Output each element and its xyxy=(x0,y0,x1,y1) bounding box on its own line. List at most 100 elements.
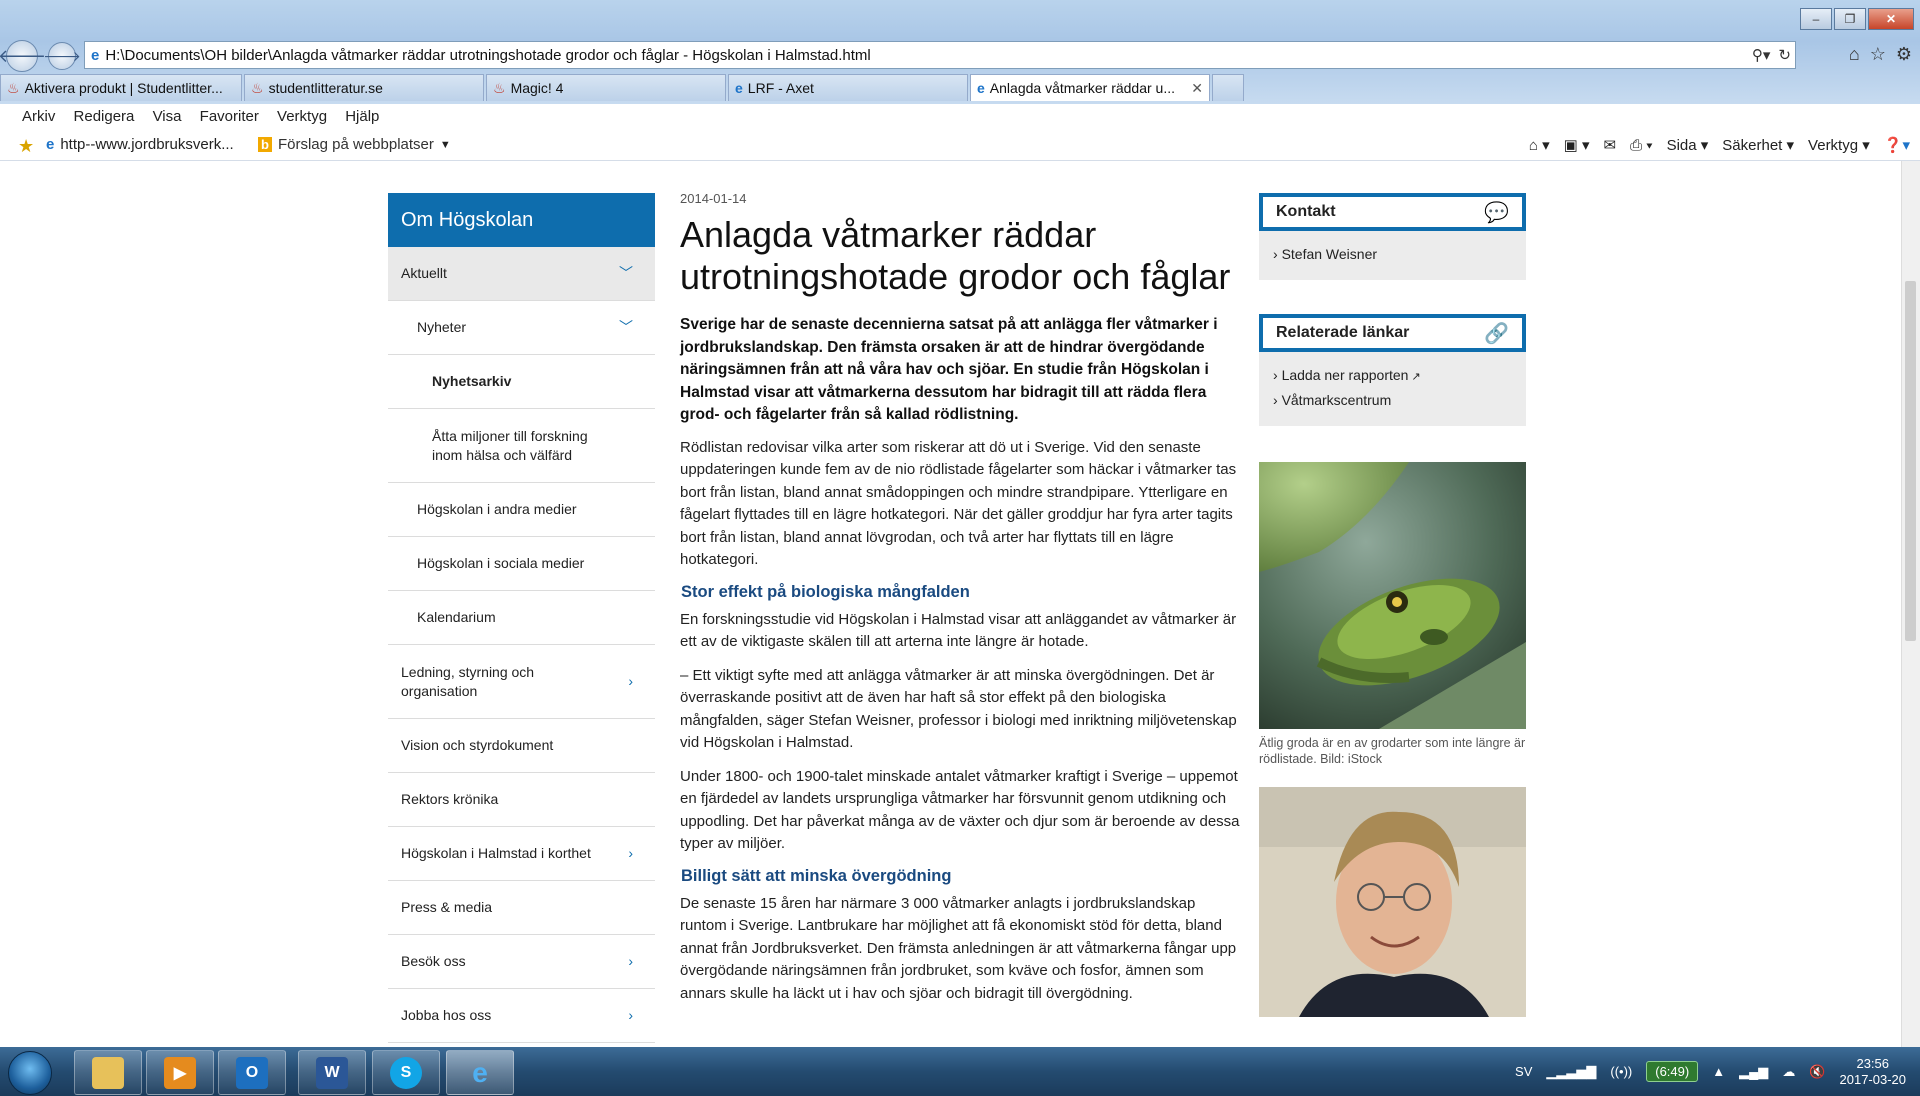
navigation-row: 🡐 🡒 e H:\Documents\OH bilder\Anlagda våt… xyxy=(0,38,1920,72)
nav-item-sociala-medier[interactable]: Högskolan i sociala medier xyxy=(388,537,655,591)
nav-item-i-korthet[interactable]: Högskolan i Halmstad i korthet › xyxy=(388,827,655,881)
wireless-icon[interactable]: ((•)) xyxy=(1610,1064,1632,1079)
chevron-right-icon[interactable]: › xyxy=(628,952,633,971)
nav-item-ledning[interactable]: Ledning, styrning och organisation › xyxy=(388,645,655,719)
start-button[interactable] xyxy=(8,1051,52,1095)
favorites-star-button[interactable]: ★ xyxy=(18,136,34,157)
tools-menu[interactable]: Verktyg ▾ xyxy=(1808,136,1870,154)
nav-label: Press & media xyxy=(401,899,493,915)
article: 2014-01-14 Anlagda våtmarker räddar utro… xyxy=(680,191,1240,1016)
nav-item-press-media[interactable]: Press & media xyxy=(388,881,655,935)
print-icon[interactable]: ⎙ ▾ xyxy=(1630,137,1652,154)
menu-visa[interactable]: Visa xyxy=(153,108,182,125)
safety-menu[interactable]: Säkerhet ▾ xyxy=(1722,136,1794,154)
taskbar-skype[interactable]: S xyxy=(372,1050,440,1095)
back-button[interactable]: 🡐 xyxy=(0,40,46,72)
new-tab-button[interactable] xyxy=(1212,74,1244,101)
right-sidebar: Kontakt 💬 › Stefan Weisner Relaterade lä… xyxy=(1259,193,1526,1017)
tab-lrf[interactable]: e LRF - Axet xyxy=(728,74,968,101)
nav-item-aktuellt[interactable]: Aktuellt ﹀ xyxy=(388,247,655,301)
menu-verktyg[interactable]: Verktyg xyxy=(277,108,327,125)
settings-gear-icon[interactable]: ⚙ xyxy=(1896,44,1912,65)
vertical-scrollbar[interactable] xyxy=(1901,161,1920,1047)
feeds-icon[interactable]: ▣ ▾ xyxy=(1564,136,1590,154)
nav-item-nyhetsarkiv[interactable]: Nyhetsarkiv xyxy=(388,355,655,409)
signal-strength-icon[interactable]: ▁▂▃▅▇ xyxy=(1546,1064,1596,1080)
favorites-bar: ★ e http--www.jordbruksverk... b Förslag… xyxy=(0,130,1920,161)
tab-site-icon: ♨ xyxy=(493,79,506,96)
minimize-button[interactable]: ‒ xyxy=(1800,8,1832,30)
cloud-icon[interactable]: ☁ xyxy=(1782,1064,1795,1080)
nav-header[interactable]: Om Högskolan xyxy=(388,193,655,247)
search-icon[interactable]: ⚲▾ xyxy=(1752,46,1771,64)
menu-hjalp[interactable]: Hjälp xyxy=(345,108,379,125)
tab-active-article[interactable]: e Anlagda våtmarker räddar u... ✕ xyxy=(970,74,1210,101)
mail-icon[interactable]: ✉ xyxy=(1604,136,1617,154)
tab-aktivera[interactable]: ♨ Aktivera produkt | Studentlitter... xyxy=(0,74,242,101)
tab-label: LRF - Axet xyxy=(747,80,814,96)
nav-item-jobba-hos-oss[interactable]: Jobba hos oss › xyxy=(388,989,655,1043)
network-bars-icon[interactable]: ▂▄▆ xyxy=(1739,1064,1768,1080)
left-navigation: Om Högskolan Aktuellt ﹀ Nyheter ﹀ Nyhets… xyxy=(388,193,655,1043)
taskbar-media-player[interactable]: ▶ xyxy=(146,1050,214,1095)
nav-label: Rektors krönika xyxy=(401,791,499,807)
show-hidden-icons-icon[interactable]: ▲ xyxy=(1712,1064,1725,1079)
taskbar-outlook[interactable]: O xyxy=(218,1050,286,1095)
nav-item-andra-medier[interactable]: Högskolan i andra medier xyxy=(388,483,655,537)
clock[interactable]: 23:56 2017-03-20 xyxy=(1840,1056,1907,1088)
article-paragraph: En forskningsstudie vid Högskolan i Halm… xyxy=(680,610,1237,651)
scrollbar-thumb[interactable] xyxy=(1905,281,1916,641)
home-page-icon[interactable]: ⌂ ▾ xyxy=(1529,136,1550,154)
address-bar[interactable]: e H:\Documents\OH bilder\Anlagda våtmark… xyxy=(84,41,1796,69)
maximize-button[interactable]: ❐ xyxy=(1834,8,1866,30)
language-indicator[interactable]: SV xyxy=(1515,1064,1532,1079)
nav-item-vision[interactable]: Vision och styrdokument xyxy=(388,719,655,773)
battery-indicator[interactable]: (6:49) xyxy=(1646,1061,1699,1082)
tab-row: ♨ Aktivera produkt | Studentlitter... ♨ … xyxy=(0,74,1920,102)
chevron-right-icon[interactable]: › xyxy=(628,844,633,863)
tab-studentlitteratur[interactable]: ♨ studentlitteratur.se xyxy=(244,74,484,101)
safety-menu-label: Säkerhet xyxy=(1722,137,1783,154)
related-link-report[interactable]: › Ladda ner rapporten ↗ xyxy=(1273,364,1512,389)
volume-muted-icon[interactable]: 🔇 xyxy=(1809,1064,1825,1080)
home-icon[interactable]: ⌂ xyxy=(1849,44,1860,65)
contact-link[interactable]: › Stefan Weisner xyxy=(1273,243,1512,266)
nav-label: Nyhetsarkiv xyxy=(432,373,512,389)
suggested-sites-button[interactable]: b Förslag på webbplatser ▼ xyxy=(258,136,451,153)
favorites-star-icon[interactable]: ☆ xyxy=(1870,44,1886,65)
menu-favoriter[interactable]: Favoriter xyxy=(200,108,259,125)
menu-arkiv[interactable]: Arkiv xyxy=(22,108,55,125)
nav-label: Nyheter xyxy=(417,319,467,335)
nav-item-rektors-kronika[interactable]: Rektors krönika xyxy=(388,773,655,827)
chevron-right-icon[interactable]: › xyxy=(628,1006,633,1025)
forward-button[interactable]: 🡒 xyxy=(43,42,81,70)
related-link-vatmarkscentrum[interactable]: › Våtmarkscentrum xyxy=(1273,389,1512,412)
chevron-right-icon[interactable]: › xyxy=(628,672,633,691)
article-date: 2014-01-14 xyxy=(680,191,747,206)
related-links-box: Relaterade länkar 🔗 › Ladda ner rapporte… xyxy=(1259,314,1526,426)
article-subheading: Stor effekt på biologiska mångfalden xyxy=(681,582,970,601)
favorite-link-jordbruksverket[interactable]: e http--www.jordbruksverk... xyxy=(46,136,234,153)
menu-redigera[interactable]: Redigera xyxy=(74,108,135,125)
address-text[interactable]: H:\Documents\OH bilder\Anlagda våtmarker… xyxy=(105,47,870,64)
taskbar-word[interactable]: W xyxy=(298,1050,366,1095)
page-menu[interactable]: Sida ▾ xyxy=(1667,136,1709,154)
nav-item-kalendarium[interactable]: Kalendarium xyxy=(388,591,655,645)
close-tab-icon[interactable]: ✕ xyxy=(1191,80,1203,97)
help-icon[interactable]: ❓▾ xyxy=(1884,136,1910,154)
refresh-icon[interactable]: ↻ xyxy=(1778,46,1791,64)
taskbar-explorer[interactable] xyxy=(74,1050,142,1095)
taskbar-internet-explorer[interactable]: e xyxy=(446,1050,514,1095)
nav-label: Kalendarium xyxy=(417,609,496,625)
tab-label: Anlagda våtmarker räddar u... xyxy=(989,80,1176,96)
nav-item-besok-oss[interactable]: Besök oss › xyxy=(388,935,655,989)
nav-label: Aktuellt xyxy=(401,265,447,281)
chevron-down-icon[interactable]: ﹀ xyxy=(619,318,633,337)
nav-item-nyheter[interactable]: Nyheter ﹀ xyxy=(388,301,655,355)
tab-magic[interactable]: ♨ Magic! 4 xyxy=(486,74,726,101)
system-tray: SV ▁▂▃▅▇ ((•)) (6:49) ▲ ▂▄▆ ☁ 🔇 23:56 20… xyxy=(1515,1047,1906,1096)
chevron-down-icon[interactable]: ﹀ xyxy=(619,264,633,283)
close-window-button[interactable]: ✕ xyxy=(1868,8,1914,30)
ie-page-icon: e xyxy=(46,136,55,153)
nav-item-atta-miljoner[interactable]: Åtta miljoner till forskning inom hälsa … xyxy=(388,409,655,483)
